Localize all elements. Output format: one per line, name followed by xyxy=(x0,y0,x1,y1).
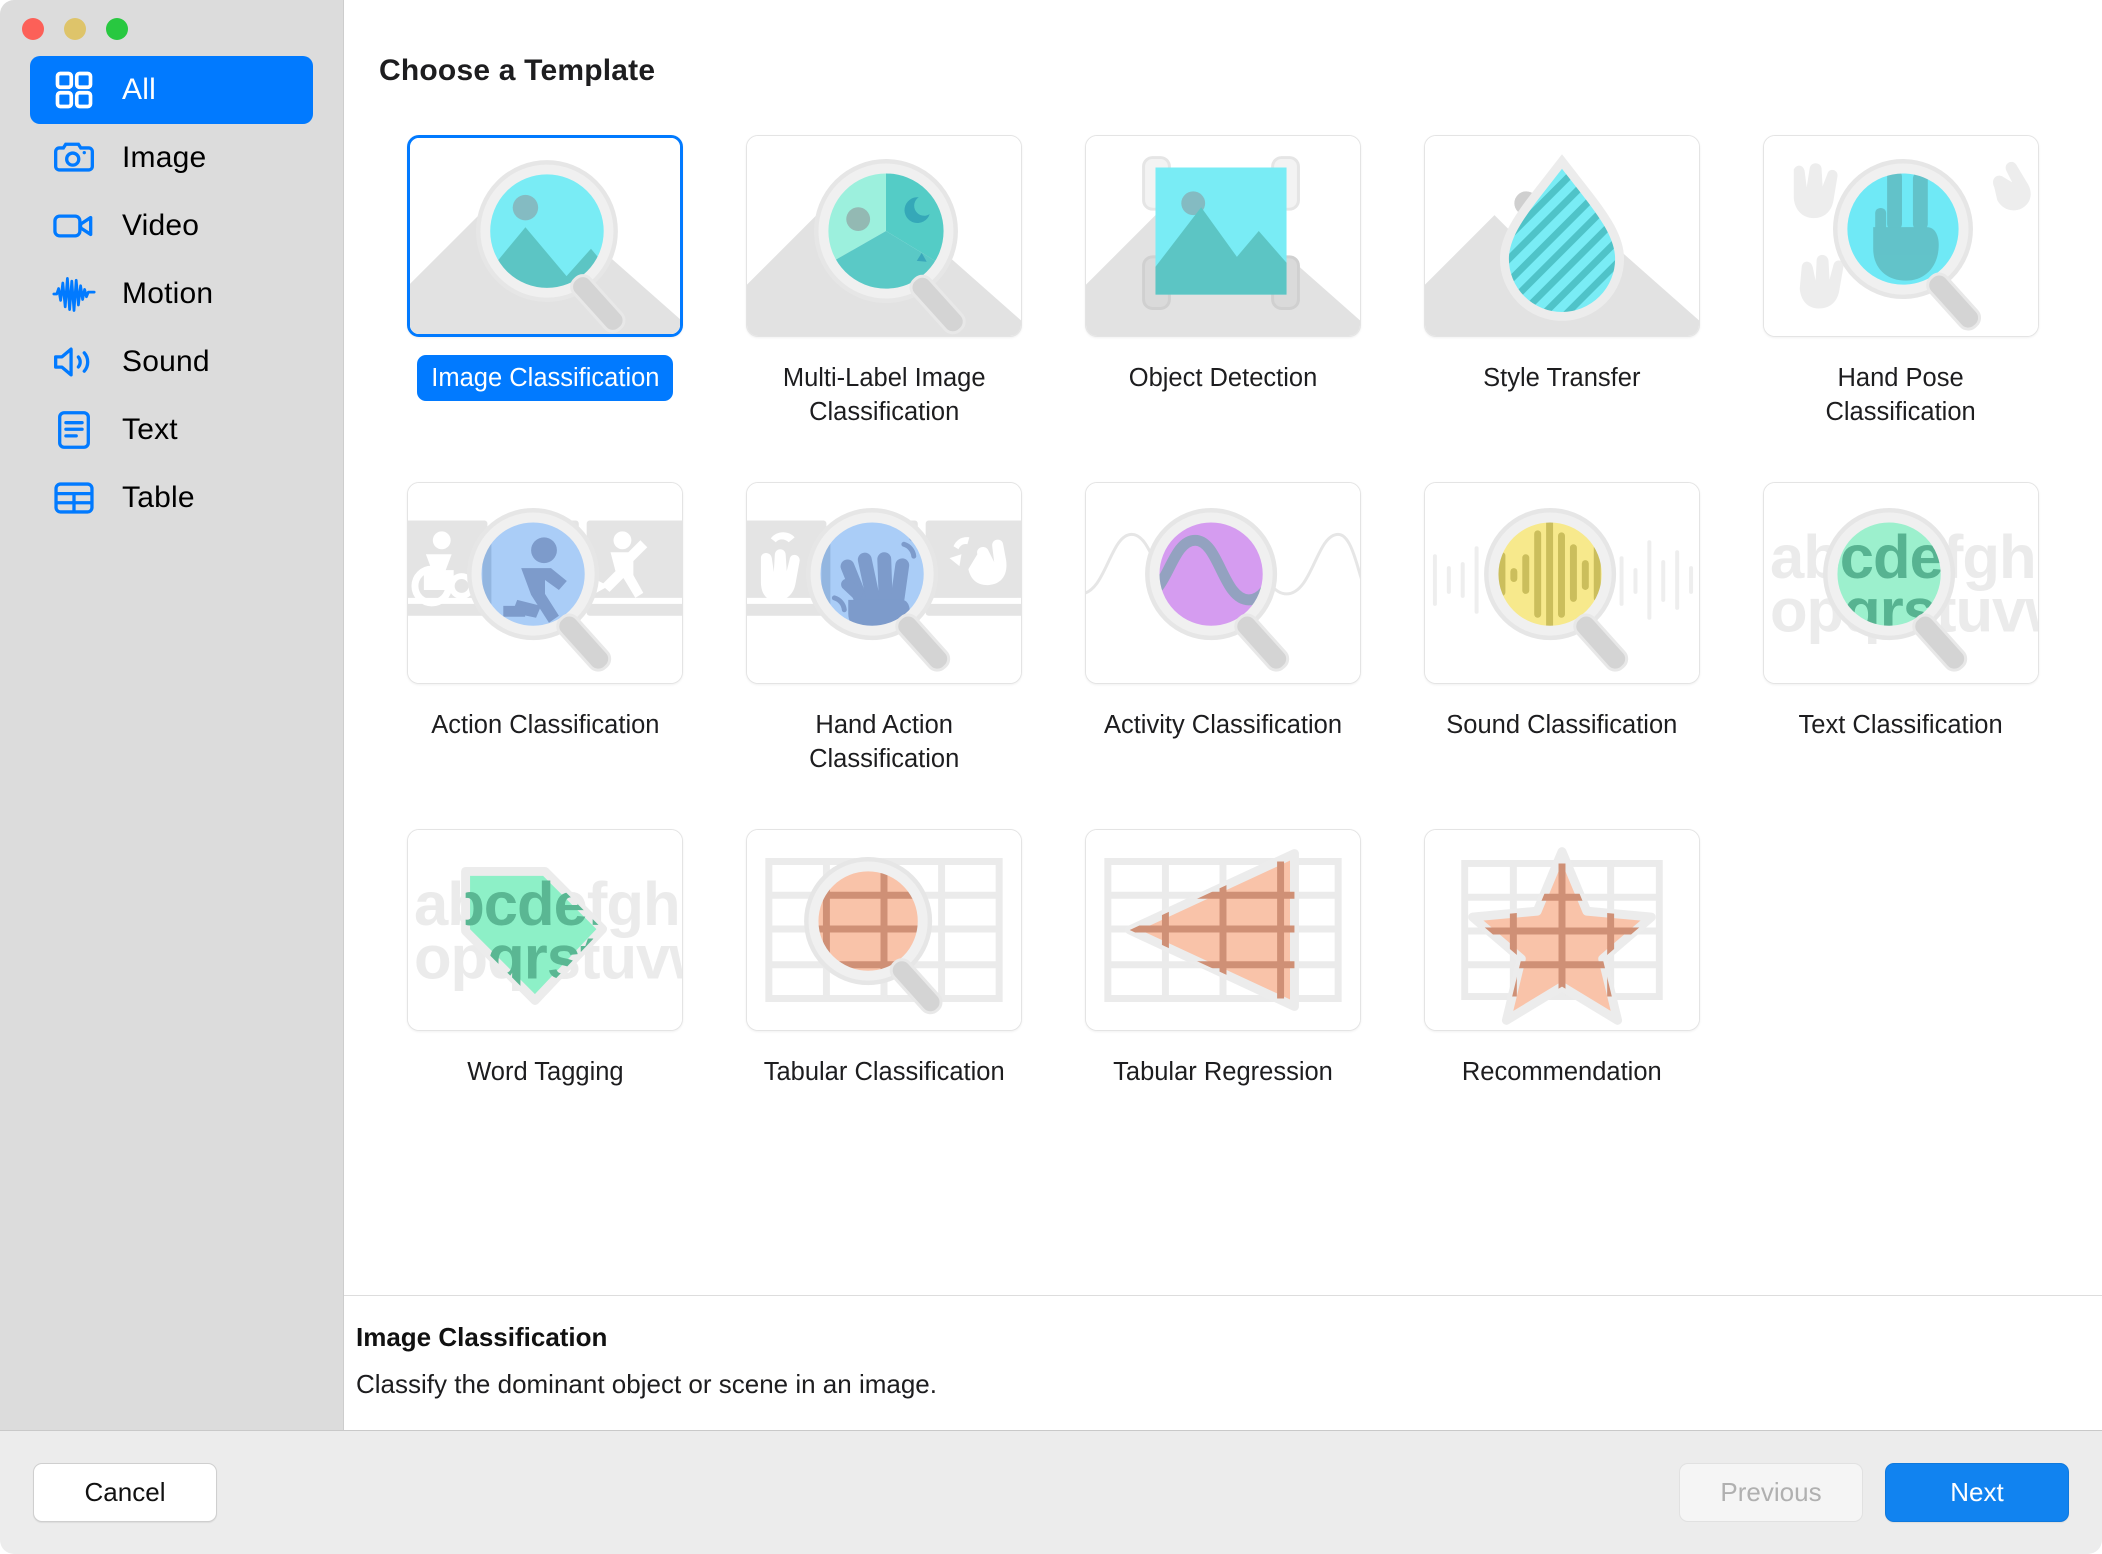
speaker-icon xyxy=(52,340,96,384)
template-card-text-classification[interactable]: abcdefghi opqrstuvw abcdefghi opqrstuvw xyxy=(1731,482,2070,783)
template-card-multi-label-image-classification[interactable]: Multi-Label Image Classification xyxy=(715,135,1054,436)
waveform-icon xyxy=(52,272,96,316)
template-card-object-detection[interactable]: Object Detection xyxy=(1054,135,1393,436)
template-card-action-classification[interactable]: Action Classification xyxy=(376,482,715,783)
crop-photo-icon xyxy=(1085,135,1361,337)
template-card-hand-action-classification[interactable]: Hand Action Classification xyxy=(715,482,1054,783)
star-table-icon xyxy=(1424,829,1700,1031)
template-card-label: Action Classification xyxy=(417,702,673,748)
template-card-label: Hand Pose Classification xyxy=(1751,355,2051,436)
next-button[interactable]: Next xyxy=(1885,1463,2069,1522)
description-text: Classify the dominant object or scene in… xyxy=(356,1369,2102,1400)
paint-drop-photo-icon xyxy=(1424,135,1700,337)
template-chooser-window: All Image xyxy=(0,0,2102,1554)
template-card-label: Sound Classification xyxy=(1432,702,1691,748)
document-icon xyxy=(52,408,96,452)
table-icon xyxy=(52,476,96,520)
magnifier-hand-peace-icon xyxy=(1763,135,2039,337)
template-card-label: Style Transfer xyxy=(1469,355,1654,401)
template-grid: Image Classification xyxy=(344,88,2102,1095)
window-controls xyxy=(22,18,128,40)
sidebar-item-all[interactable]: All xyxy=(30,56,313,124)
template-card-label: Text Classification xyxy=(1785,702,2017,748)
cancel-button[interactable]: Cancel xyxy=(33,1463,217,1522)
sidebar-item-label: All xyxy=(122,75,156,105)
sidebar-item-video[interactable]: Video xyxy=(30,192,313,260)
magnifier-sine-wave-icon xyxy=(1085,482,1361,684)
template-card-word-tagging[interactable]: abcdefghi opqrstuvw abcdefghi xyxy=(376,829,715,1095)
template-card-sound-classification[interactable]: Sound Classification xyxy=(1392,482,1731,783)
description-title: Image Classification xyxy=(356,1322,2102,1353)
template-card-label: Recommendation xyxy=(1448,1049,1676,1095)
sidebar-item-text[interactable]: Text xyxy=(30,396,313,464)
template-card-recommendation[interactable]: Recommendation xyxy=(1392,829,1731,1095)
previous-button[interactable]: Previous xyxy=(1679,1463,1863,1522)
sidebar-item-label: Text xyxy=(122,415,178,445)
zoom-button[interactable] xyxy=(106,18,128,40)
template-card-tabular-classification[interactable]: Tabular Classification xyxy=(715,829,1054,1095)
sidebar-item-label: Motion xyxy=(122,279,213,309)
close-button[interactable] xyxy=(22,18,44,40)
content-pane: Choose a Template xyxy=(343,0,2102,1430)
magnifier-running-icon xyxy=(407,482,683,684)
template-card-label: Tabular Classification xyxy=(750,1049,1019,1095)
grid-icon xyxy=(52,68,96,112)
dialog-footer: Cancel Previous Next xyxy=(0,1430,2102,1554)
tag-letters-icon: abcdefghi opqrstuvw abcdefghi xyxy=(407,829,683,1031)
sidebar-item-label: Table xyxy=(122,483,195,513)
template-card-label: Hand Action Classification xyxy=(734,702,1034,783)
template-card-label: Image Classification xyxy=(417,355,673,401)
magnifier-audio-wave-icon xyxy=(1424,482,1700,684)
window-body: All Image xyxy=(0,0,2102,1430)
template-card-hand-pose-classification[interactable]: Hand Pose Classification xyxy=(1731,135,2070,436)
sidebar-list: All Image xyxy=(0,56,343,532)
sidebar-item-table[interactable]: Table xyxy=(30,464,313,532)
template-card-activity-classification[interactable]: Activity Classification xyxy=(1054,482,1393,783)
template-card-style-transfer[interactable]: Style Transfer xyxy=(1392,135,1731,436)
template-description-panel: Image Classification Classify the domina… xyxy=(344,1295,2102,1430)
magnifier-letters-icon: abcdefghi opqrstuvw abcdefghi opqrstuvw xyxy=(1763,482,2039,684)
template-card-tabular-regression[interactable]: Tabular Regression xyxy=(1054,829,1393,1095)
sidebar-item-label: Sound xyxy=(122,347,210,377)
magnifier-photo-icon xyxy=(407,135,683,337)
sidebar-item-image[interactable]: Image xyxy=(30,124,313,192)
camera-icon xyxy=(52,136,96,180)
magnifier-table-icon xyxy=(746,829,1022,1031)
template-card-label: Tabular Regression xyxy=(1099,1049,1347,1095)
template-card-label: Activity Classification xyxy=(1090,702,1356,748)
sidebar: All Image xyxy=(0,0,343,1430)
template-card-label: Multi-Label Image Classification xyxy=(734,355,1034,436)
template-scroll-area[interactable]: Choose a Template xyxy=(344,0,2102,1295)
page-title: Choose a Template xyxy=(344,0,2102,88)
video-icon xyxy=(52,204,96,248)
sidebar-item-label: Video xyxy=(122,211,199,241)
triangle-table-icon xyxy=(1085,829,1361,1031)
sidebar-item-label: Image xyxy=(122,143,206,173)
template-card-image-classification[interactable]: Image Classification xyxy=(376,135,715,436)
footer-actions: Previous Next xyxy=(1679,1463,2069,1522)
sidebar-item-sound[interactable]: Sound xyxy=(30,328,313,396)
magnifier-pie-photo-icon xyxy=(746,135,1022,337)
sidebar-item-motion[interactable]: Motion xyxy=(30,260,313,328)
magnifier-waving-hand-icon xyxy=(746,482,1022,684)
minimize-button[interactable] xyxy=(64,18,86,40)
template-card-label: Object Detection xyxy=(1115,355,1332,401)
template-card-label: Word Tagging xyxy=(453,1049,637,1095)
